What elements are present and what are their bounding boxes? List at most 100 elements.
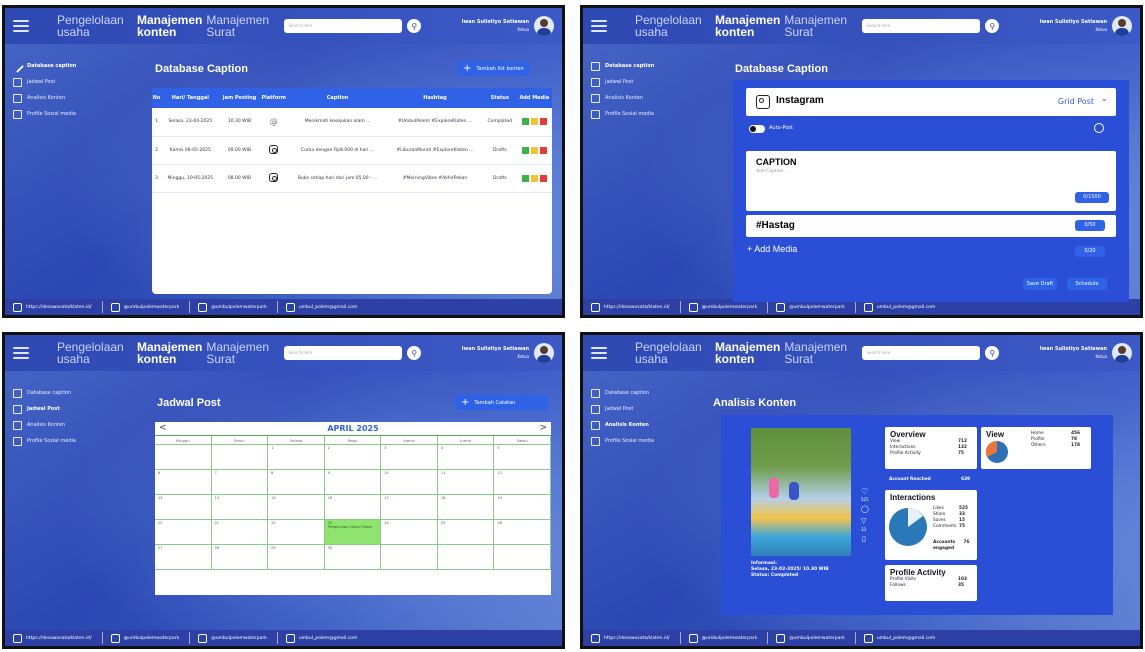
sidebar-item-jadwal-post[interactable]: Jadwal Post [11, 74, 141, 90]
sidebar-item-profile-sosial-media[interactable]: Profile Sosial media [589, 106, 719, 122]
nav-manajemen-konten[interactable]: Manajemen konten [715, 14, 780, 38]
search-input[interactable]: Search here [862, 19, 981, 33]
calendar-day[interactable] [211, 445, 269, 470]
sidebar-item-analisis-konten[interactable]: Analisis Konten [11, 90, 141, 106]
footer-email-link[interactable]: umbul_polem@gmail.com [299, 305, 358, 310]
calendar-day[interactable]: 15 [268, 495, 325, 520]
nav-manajemen-surat[interactable]: Manajemen Surat [206, 341, 276, 365]
footer-email-link[interactable]: umbul_polem@gmail.com [877, 305, 936, 310]
view-icon[interactable] [521, 118, 529, 126]
nav-pengelolaan-usaha[interactable]: Pengelolaan usaha [635, 14, 715, 38]
calendar-day[interactable]: 27 [155, 545, 212, 570]
avatar[interactable] [1112, 343, 1132, 363]
calendar-day[interactable]: 30 [324, 545, 382, 570]
calendar-day[interactable]: 16 [324, 495, 382, 520]
calendar-day[interactable]: 26 [494, 520, 551, 545]
schedule-button[interactable]: Schedule [1067, 278, 1107, 290]
footer-website-link[interactable]: https://desawusata/klaten.id/ [604, 305, 670, 310]
calendar-day[interactable]: 24 [381, 520, 438, 545]
sidebar-item-jadwal-post[interactable]: Jadwal Post [589, 401, 719, 417]
calendar-day[interactable] [155, 445, 212, 470]
caption-input[interactable]: Add Caption ... [756, 169, 789, 174]
delete-icon[interactable] [539, 146, 547, 154]
post-type-dropdown[interactable]: Grid Post [1058, 97, 1094, 106]
delete-icon[interactable] [539, 174, 547, 182]
calendar-day[interactable]: 22 [268, 520, 325, 545]
footer-instagram-link[interactable]: @umbulpolemwaterpark [789, 305, 845, 310]
heart-icon[interactable]: ♡ [861, 487, 868, 496]
menu-icon[interactable] [591, 20, 607, 32]
calendar-day[interactable]: 5 [494, 445, 551, 470]
post-photo[interactable] [751, 428, 851, 556]
sidebar-item-database-caption[interactable]: Database caption [589, 58, 719, 74]
calendar-day[interactable]: 23 Pengenalan Umbul Polem [324, 520, 382, 545]
search-input[interactable]: Search here [284, 19, 403, 33]
chevron-left-icon[interactable]: < [159, 423, 167, 433]
table-row[interactable]: 2 Kamis 08-05-2025 09.00 WIB Cuma dengan… [152, 136, 552, 165]
nav-pengelolaan-usaha[interactable]: Pengelolaan usaha [635, 341, 715, 365]
footer-youtube-link[interactable]: @umbulpolemwaterpark [702, 636, 758, 641]
sidebar-item-database-caption[interactable]: Database caption [11, 385, 141, 401]
footer-youtube-link[interactable]: @umbulpolemwaterpark [124, 636, 180, 641]
calendar-day[interactable]: 19 [494, 495, 551, 520]
sidebar-item-profile-sosial-media[interactable]: Profile Sosial media [11, 433, 141, 449]
add-note-button[interactable]: + Tambah Catatan [455, 395, 548, 410]
search-icon[interactable]: ⚲ [407, 19, 422, 33]
sidebar-item-jadwal-post[interactable]: Jadwal Post [11, 401, 141, 417]
calendar-day[interactable]: 28 [211, 545, 269, 570]
platform-selector[interactable]: Instagram Grid Post ⌄ [746, 88, 1116, 116]
menu-icon[interactable] [13, 347, 29, 359]
calendar-day[interactable]: 21 [211, 520, 269, 545]
footer-website-link[interactable]: https://desawusata/klaten.id/ [26, 305, 92, 310]
sidebar-item-analisis-konten[interactable]: Analisis Konten [589, 90, 719, 106]
calendar-day[interactable] [381, 545, 438, 570]
sidebar-item-analisis-konten[interactable]: Analisis Konten [589, 417, 719, 433]
calendar-day[interactable]: 10 [381, 470, 438, 495]
table-row[interactable]: 3 Minggu, 10-05-2025 08.00 WIB Buka seti… [152, 164, 552, 193]
calendar-day[interactable] [437, 545, 495, 570]
sidebar-item-jadwal-post[interactable]: Jadwal Post [589, 74, 719, 90]
calendar-day[interactable]: 7 [211, 470, 269, 495]
nav-manajemen-konten[interactable]: Manajemen konten [715, 341, 780, 365]
calendar-day[interactable]: 11 [437, 470, 495, 495]
nav-pengelolaan-usaha[interactable]: Pengelolaan usaha [57, 341, 137, 365]
calendar-day[interactable]: 4 [437, 445, 495, 470]
footer-youtube-link[interactable]: @umbulpolemwaterpark [702, 305, 758, 310]
caption-field[interactable]: CAPTION Add Caption ... [746, 151, 1116, 211]
footer-instagram-link[interactable]: @umbulpolemwaterpark [211, 305, 267, 310]
search-icon[interactable]: ⚲ [407, 346, 422, 360]
calendar-day[interactable]: 29 [268, 545, 325, 570]
avatar[interactable] [534, 16, 554, 36]
search-icon[interactable]: ⚲ [985, 346, 1000, 360]
calendar-day[interactable]: 9 [324, 470, 382, 495]
calendar-day[interactable]: 18 [437, 495, 495, 520]
nav-manajemen-surat[interactable]: Manajemen Surat [206, 14, 276, 38]
hashtag-field[interactable]: #Hastag [746, 215, 1116, 237]
table-row[interactable]: 1 Selasa, 23-04-2025 10.30 WIB @ Menikma… [152, 108, 552, 137]
sidebar-item-profile-sosial-media[interactable]: Profile Sosial media [11, 106, 141, 122]
nav-manajemen-konten[interactable]: Manajemen konten [137, 14, 202, 38]
save-draft-button[interactable]: Save Draft [1023, 278, 1057, 290]
comment-icon[interactable]: ◯ [861, 505, 869, 513]
share-icon[interactable]: ▽ [861, 517, 866, 525]
nav-pengelolaan-usaha[interactable]: Pengelolaan usaha [57, 14, 137, 38]
footer-email-link[interactable]: umbul_polem@gmail.com [299, 636, 358, 641]
calendar-day[interactable]: 6 [155, 470, 212, 495]
avatar[interactable] [1112, 16, 1132, 36]
calendar-day[interactable]: 1 [268, 445, 325, 470]
search-icon[interactable]: ⚲ [985, 19, 1000, 33]
chevron-right-icon[interactable]: > [539, 423, 547, 433]
sidebar-item-database-caption[interactable]: Database caption [11, 58, 141, 74]
delete-icon[interactable] [539, 118, 547, 126]
add-content-button[interactable]: + Tambah list konten [457, 61, 530, 76]
menu-icon[interactable] [13, 20, 29, 32]
footer-instagram-link[interactable]: @umbulpolemwaterpark [211, 636, 267, 641]
calendar-day[interactable]: 14 [211, 495, 269, 520]
calendar-event[interactable]: Pengenalan Umbul Polem [328, 525, 378, 529]
sidebar-item-profile-sosial-media[interactable]: Profile Sosial media [589, 433, 719, 449]
footer-email-link[interactable]: umbul_polem@gmail.com [877, 636, 936, 641]
nav-manajemen-konten[interactable]: Manajemen konten [137, 341, 202, 365]
bookmark-icon[interactable]: ▯ [862, 535, 866, 543]
footer-youtube-link[interactable]: @umbulpolemwaterpark [124, 305, 180, 310]
view-icon[interactable] [521, 146, 529, 154]
